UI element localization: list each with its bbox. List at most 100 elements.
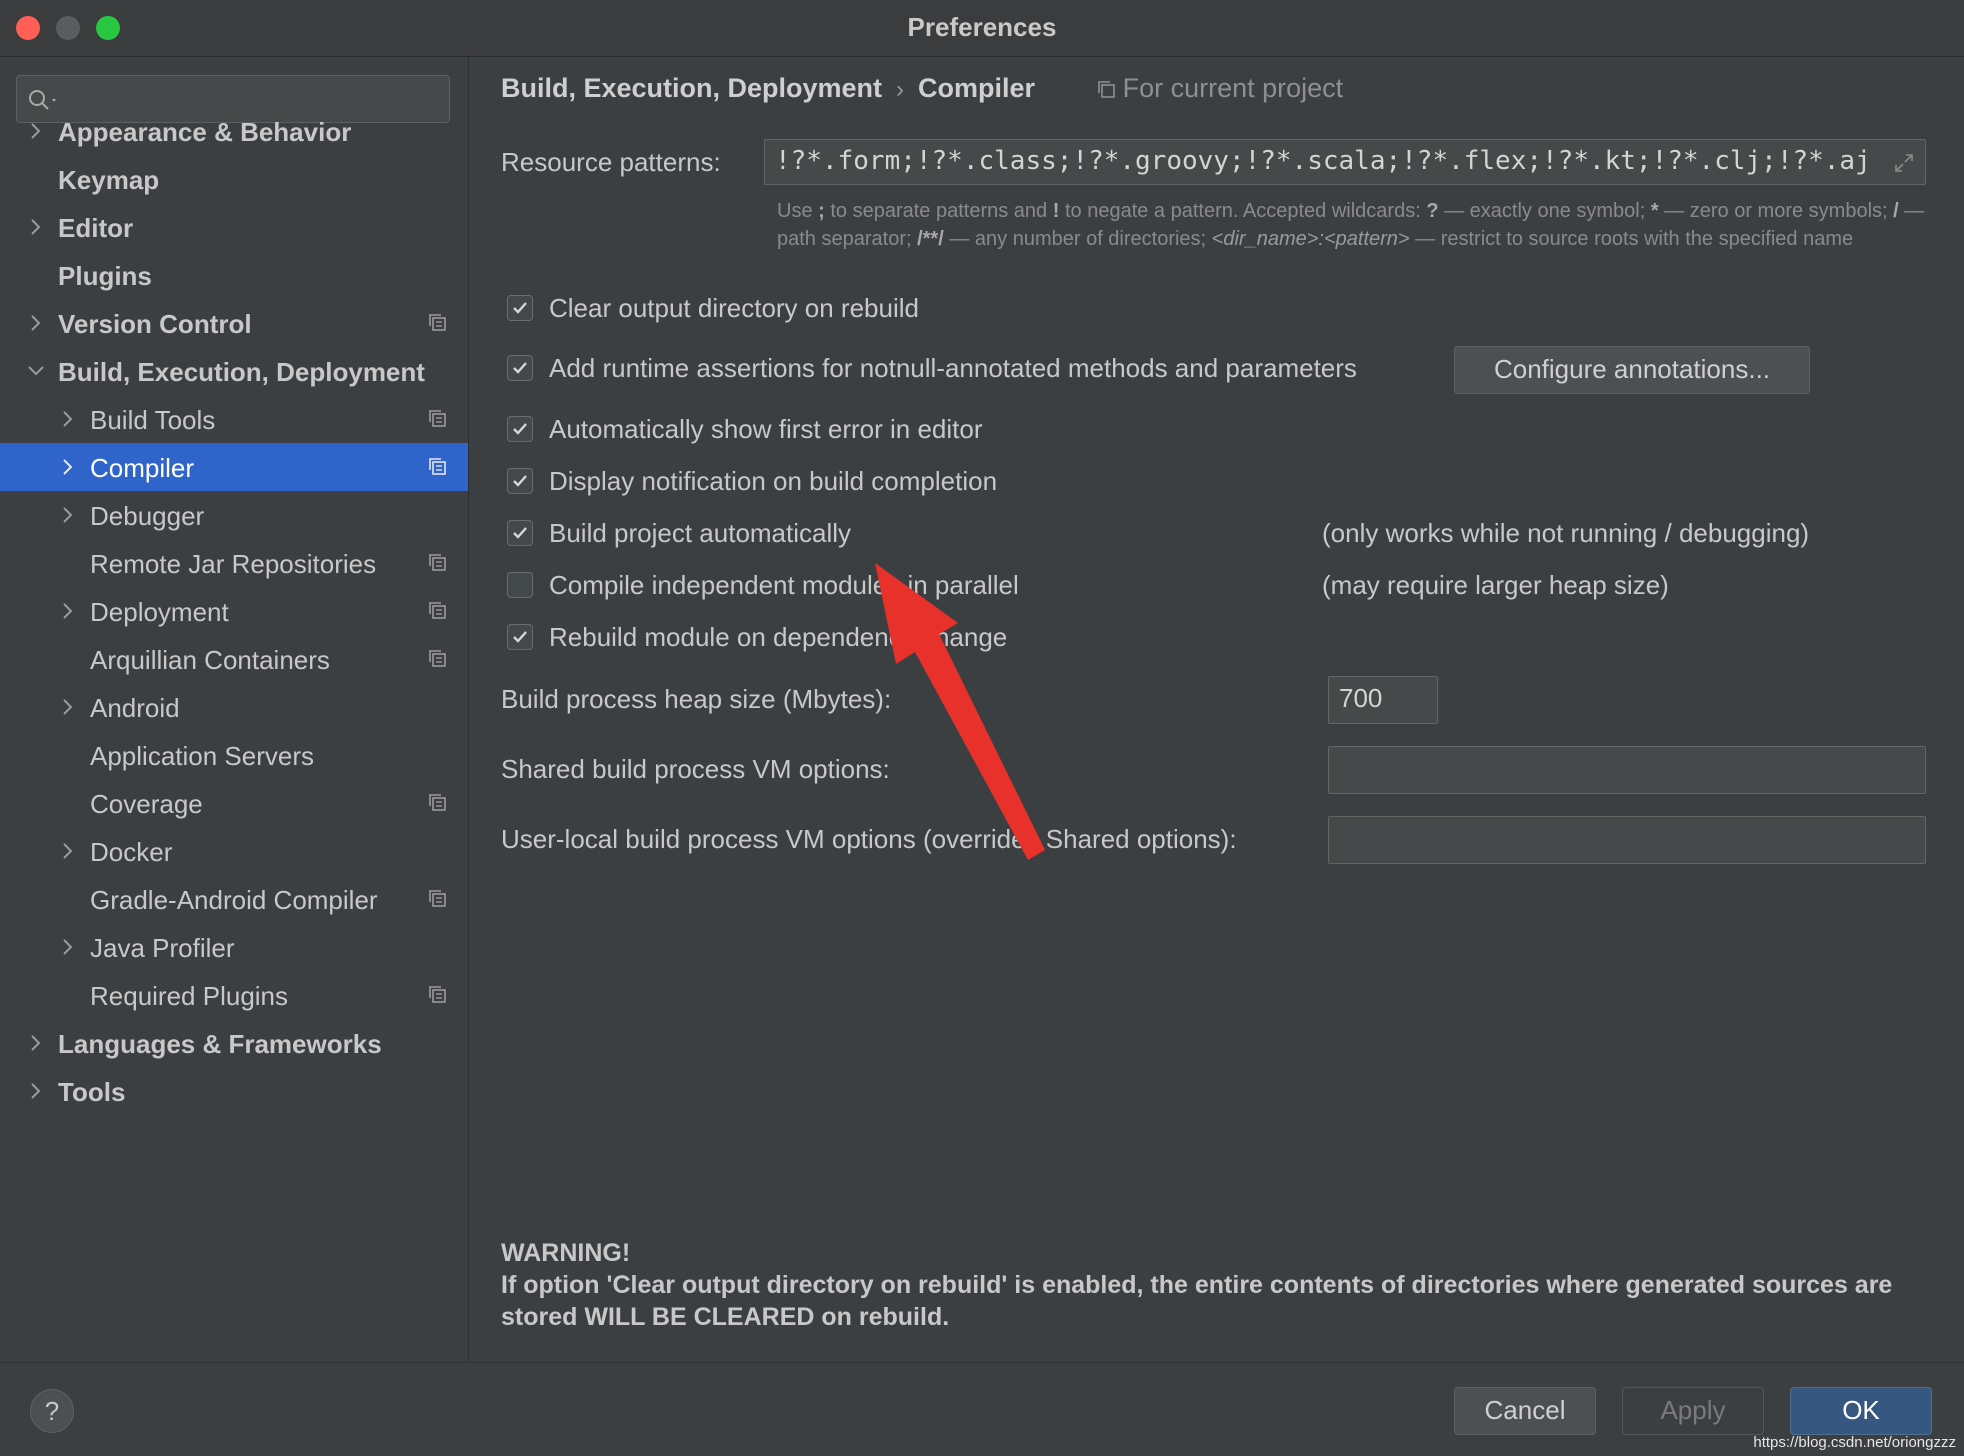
project-scope-hint: For current project	[1097, 73, 1344, 103]
sidebar-item-remote-jar-repositories[interactable]: Remote Jar Repositories	[0, 539, 468, 587]
hint-text-2: to separate patterns and	[824, 200, 1053, 222]
project-scope-icon	[429, 794, 446, 811]
show-first-error-option[interactable]: Automatically show first error in editor	[507, 412, 1107, 448]
checkmark-icon	[513, 631, 527, 643]
sidebar-item-label: Appearance & Behavior	[58, 117, 352, 147]
chevron-right-icon	[31, 315, 41, 331]
sidebar-item-label: Docker	[90, 837, 173, 867]
sidebar-item-tools[interactable]: Tools	[0, 1067, 468, 1115]
sidebar-item-keymap[interactable]: Keymap	[0, 155, 468, 203]
dialog-footer: ? Cancel Apply OK https://blog.csdn.net/…	[0, 1362, 1964, 1456]
checkmark-icon	[513, 475, 527, 487]
project-scope-icon	[429, 458, 446, 475]
sidebar-item-label: Compiler	[90, 453, 195, 483]
breadcrumb-current: Compiler	[918, 73, 1036, 103]
sidebar-item-docker[interactable]: Docker	[0, 827, 468, 875]
sidebar-item-coverage[interactable]: Coverage	[0, 779, 468, 827]
build-automatically-note: (only works while not running / debuggin…	[1322, 518, 1810, 548]
sidebar-item-java-profiler[interactable]: Java Profiler	[0, 923, 468, 971]
compile-parallel-checkbox[interactable]	[507, 572, 533, 598]
display-notification-checkbox[interactable]	[507, 468, 533, 494]
chevron-right-icon	[63, 507, 73, 523]
rebuild-on-dependency-checkbox[interactable]	[507, 624, 533, 650]
sidebar-item-deployment[interactable]: Deployment	[0, 587, 468, 635]
display-notification-option[interactable]: Display notification on build completion	[507, 464, 1107, 500]
settings-sidebar: Appearance & Behavior Keymap Editor Plug…	[0, 57, 469, 1362]
compile-parallel-option[interactable]: Compile independent modules in parallel	[507, 568, 1107, 604]
sidebar-item-languages-frameworks[interactable]: Languages & Frameworks	[0, 1019, 468, 1067]
hint-symbol-7: <dir_name>:<pattern>	[1211, 228, 1410, 250]
sidebar-item-label: Tools	[58, 1077, 126, 1107]
project-scope-icon	[429, 602, 446, 619]
runtime-assertions-checkbox[interactable]	[507, 355, 533, 381]
sidebar-item-gradle-android-compiler[interactable]: Gradle-Android Compiler	[0, 875, 468, 923]
chevron-right-icon	[63, 699, 73, 715]
hint-symbol-1: ;	[818, 200, 825, 222]
chevron-right-icon	[63, 939, 73, 955]
sidebar-item-required-plugins[interactable]: Required Plugins	[0, 971, 468, 1019]
project-scope-hint-text: For current project	[1122, 73, 1344, 103]
runtime-assertions-option[interactable]: Add runtime assertions for notnull-annot…	[507, 351, 1457, 387]
chevron-right-icon	[63, 459, 73, 475]
resource-patterns-help-text: Use ; to separate patterns and ! to nega…	[777, 197, 1927, 253]
sidebar-item-build-tools[interactable]: Build Tools	[0, 395, 468, 443]
ok-button[interactable]: OK	[1790, 1387, 1932, 1435]
sidebar-item-label: Gradle-Android Compiler	[90, 885, 378, 915]
sidebar-item-debugger[interactable]: Debugger	[0, 491, 468, 539]
rebuild-on-dependency-option[interactable]: Rebuild module on dependency change	[507, 620, 1107, 656]
compile-parallel-note: (may require larger heap size)	[1322, 570, 1669, 600]
sidebar-item-appearance-behavior[interactable]: Appearance & Behavior	[0, 107, 468, 155]
heap-size-label: Build process heap size (Mbytes):	[501, 684, 892, 714]
chevron-right-icon	[31, 1035, 41, 1051]
build-automatically-option[interactable]: Build project automatically	[507, 516, 1107, 552]
sidebar-item-editor[interactable]: Editor	[0, 203, 468, 251]
sidebar-item-label: Editor	[58, 213, 134, 243]
warning-text: If option 'Clear output directory on reb…	[501, 1271, 1893, 1331]
user-local-vm-options-field[interactable]	[1328, 816, 1926, 864]
show-first-error-label: Automatically show first error in editor	[549, 414, 983, 444]
sidebar-item-build-execution-deployment[interactable]: Build, Execution, Deployment	[0, 347, 468, 395]
chevron-down-icon	[28, 366, 44, 376]
clear-output-checkbox[interactable]	[507, 295, 533, 321]
hint-symbol-3: ?	[1426, 200, 1439, 222]
hint-symbol-4: *	[1650, 200, 1659, 222]
project-scope-icon	[1097, 81, 1115, 98]
sidebar-item-arquillian-containers[interactable]: Arquillian Containers	[0, 635, 468, 683]
sidebar-item-application-servers[interactable]: Application Servers	[0, 731, 468, 779]
chevron-right-icon	[31, 219, 41, 235]
sidebar-item-label: Plugins	[58, 261, 152, 291]
display-notification-label: Display notification on build completion	[549, 466, 998, 496]
window-title: Preferences	[907, 12, 1057, 42]
warning-block: WARNING! If option 'Clear output directo…	[501, 1237, 1941, 1333]
cancel-button[interactable]: Cancel	[1454, 1387, 1596, 1435]
project-scope-icon	[429, 314, 446, 331]
user-local-vm-options-label: User-local build process VM options (ove…	[501, 824, 1237, 854]
configure-annotations-button[interactable]: Configure annotations...	[1454, 346, 1810, 394]
hint-symbol-6: /**/	[917, 228, 944, 250]
sidebar-item-plugins[interactable]: Plugins	[0, 251, 468, 299]
sidebar-item-label: Debugger	[90, 501, 205, 531]
checkmark-icon	[513, 362, 527, 374]
sidebar-item-label: Build Tools	[90, 405, 216, 435]
hint-text-8: — restrict to source roots with the spec…	[1409, 228, 1854, 250]
sidebar-item-compiler[interactable]: Compiler	[0, 443, 468, 491]
build-automatically-checkbox[interactable]	[507, 520, 533, 546]
title-bar: Preferences	[0, 0, 1964, 57]
chevron-right-icon	[63, 603, 73, 619]
help-button[interactable]: ?	[30, 1389, 74, 1433]
shared-vm-options-field[interactable]	[1328, 746, 1926, 794]
show-first-error-checkbox[interactable]	[507, 416, 533, 442]
hint-text-3: to negate a pattern. Accepted wildcards:	[1059, 200, 1427, 222]
expand-icon[interactable]	[1893, 152, 1915, 174]
build-automatically-label: Build project automatically	[549, 518, 852, 548]
sidebar-item-label: Coverage	[90, 789, 203, 819]
resource-patterns-field[interactable]: !?*.form;!?*.class;!?*.groovy;!?*.scala;…	[764, 139, 1926, 185]
sidebar-item-android[interactable]: Android	[0, 683, 468, 731]
sidebar-item-label: Arquillian Containers	[90, 645, 330, 675]
sidebar-item-version-control[interactable]: Version Control	[0, 299, 468, 347]
clear-output-option[interactable]: Clear output directory on rebuild	[507, 291, 1107, 327]
apply-button[interactable]: Apply	[1622, 1387, 1764, 1435]
breadcrumb-parent[interactable]: Build, Execution, Deployment	[501, 73, 882, 103]
heap-size-field[interactable]: 700	[1328, 676, 1438, 724]
sidebar-item-label: Build, Execution, Deployment	[58, 357, 425, 387]
